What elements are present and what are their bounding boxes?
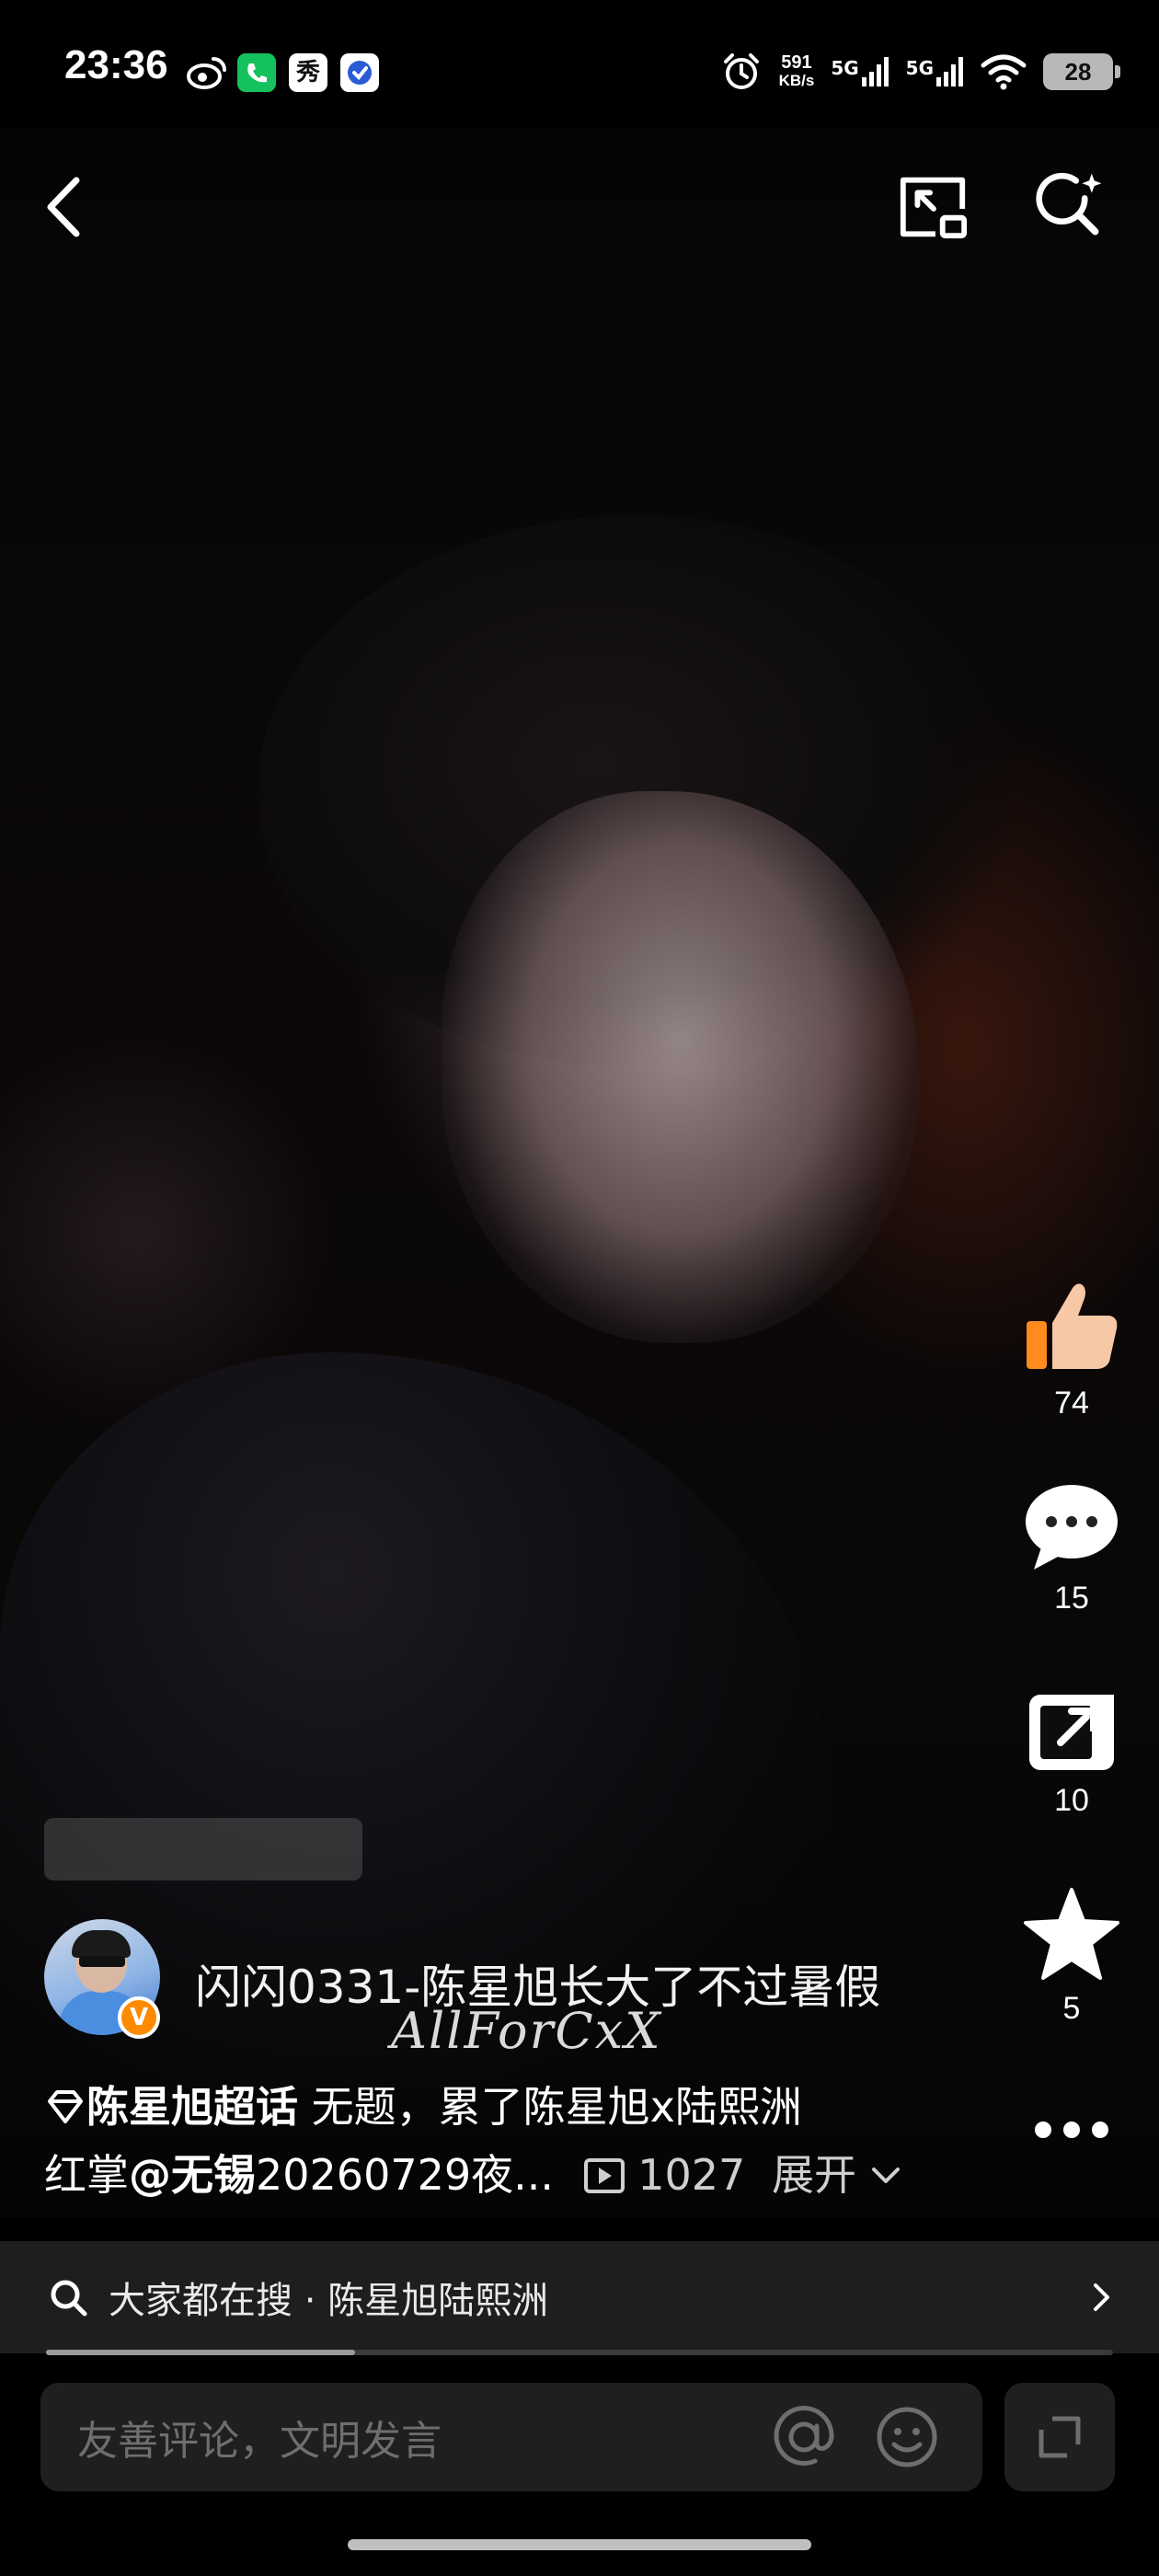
trending-search-text: 大家都在搜 · 陈星旭陆熙洲 xyxy=(109,2280,549,2322)
expand-icon xyxy=(1039,2416,1081,2458)
thumbs-up-icon xyxy=(1027,1283,1118,1369)
post-description-line1[interactable]: 陈星旭超话 无题，累了陈星旭x陆熙洲 xyxy=(44,2079,1001,2134)
more-button[interactable] xyxy=(1012,2116,1131,2147)
post-text-prefix: 红掌 xyxy=(44,2150,129,2200)
share-count: 10 xyxy=(1054,1783,1089,1818)
signal-sim2: 5G xyxy=(906,57,964,86)
like-button[interactable]: 74 xyxy=(1012,1279,1131,1421)
diamond-icon xyxy=(48,2090,83,2123)
network-speed: 591 KB/s xyxy=(779,53,815,90)
status-indicators: 591 KB/s 5G 5G 28 xyxy=(720,46,1120,98)
topic-tag-placeholder[interactable] xyxy=(44,1818,362,1880)
check-app-icon xyxy=(340,53,379,92)
back-button[interactable] xyxy=(28,170,101,244)
network-speed-value: 591 xyxy=(781,52,812,73)
expand-button[interactable]: 展开 xyxy=(772,2150,901,2200)
like-count: 74 xyxy=(1054,1386,1089,1420)
comment-bubble-icon xyxy=(1026,1485,1118,1570)
mention-at-icon[interactable] xyxy=(771,2404,837,2470)
video-progress-bar[interactable] xyxy=(46,2350,1113,2355)
pip-button[interactable] xyxy=(896,170,970,244)
fullscreen-comment-button[interactable] xyxy=(1004,2383,1115,2491)
status-bar: 23:36 秀 591 KB/s 5G 5G 28 xyxy=(0,0,1159,129)
weibo-icon xyxy=(187,57,226,89)
chevron-right-icon xyxy=(1094,2283,1109,2311)
home-indicator[interactable] xyxy=(348,2539,811,2550)
play-views-icon xyxy=(583,2158,625,2193)
verified-badge: V xyxy=(118,1996,160,2039)
sim1-label: 5G xyxy=(831,57,859,79)
favorite-button[interactable]: 5 xyxy=(1012,1886,1131,2027)
signal-bars-icon xyxy=(861,57,889,86)
alarm-icon xyxy=(723,53,759,89)
chevron-down-icon xyxy=(871,2168,900,2183)
battery-indicator: 28 xyxy=(1043,53,1120,90)
comment-placeholder: 友善评论，文明发言 xyxy=(77,2418,442,2465)
share-icon xyxy=(1029,1695,1114,1770)
comment-button[interactable]: 15 xyxy=(1012,1483,1131,1616)
mention-link[interactable]: @无锡 xyxy=(129,2150,256,2200)
network-speed-unit: KB/s xyxy=(778,72,815,89)
xiu-app-icon: 秀 xyxy=(289,53,327,92)
video-frame[interactable] xyxy=(0,129,1159,2217)
search-sparkle-icon xyxy=(1036,172,1102,236)
status-time: 23:36 xyxy=(64,42,168,87)
signal-sim1: 5G xyxy=(831,57,889,86)
wifi-icon xyxy=(981,54,1027,90)
sim2-label: 5G xyxy=(905,57,934,79)
expand-label: 展开 xyxy=(771,2150,856,2200)
trending-search-bar[interactable]: 大家都在搜 · 陈星旭陆熙洲 xyxy=(0,2241,1159,2353)
view-count: 1027 xyxy=(637,2150,746,2200)
emoji-icon[interactable] xyxy=(874,2404,940,2470)
search-icon xyxy=(51,2280,87,2317)
video-watermark: AllForCxX xyxy=(391,2002,662,2060)
super-topic-link[interactable]: 陈星旭超话 xyxy=(86,2082,298,2132)
star-icon xyxy=(1024,1888,1119,1980)
signal-bars-icon xyxy=(936,57,963,86)
call-app-icon xyxy=(237,53,276,92)
post-text-line2: 20260729夜... xyxy=(256,2150,554,2200)
chevron-left-icon xyxy=(47,177,80,237)
post-text-line1: 无题，累了陈星旭x陆熙洲 xyxy=(298,2082,802,2132)
share-button[interactable]: 10 xyxy=(1012,1691,1131,1819)
picture-in-picture-icon xyxy=(900,177,968,239)
view-count-group: 1027 xyxy=(583,2150,759,2200)
video-progress-fill xyxy=(46,2350,356,2355)
more-dots-icon xyxy=(1035,2122,1108,2138)
comment-count: 15 xyxy=(1054,1581,1089,1616)
search-button[interactable] xyxy=(1034,170,1107,244)
favorite-count: 5 xyxy=(1062,1991,1081,2026)
post-description-line2[interactable]: 红掌@无锡20260729夜... 1027 展开 xyxy=(44,2147,1001,2202)
comment-input[interactable]: 友善评论，文明发言 xyxy=(40,2383,982,2491)
